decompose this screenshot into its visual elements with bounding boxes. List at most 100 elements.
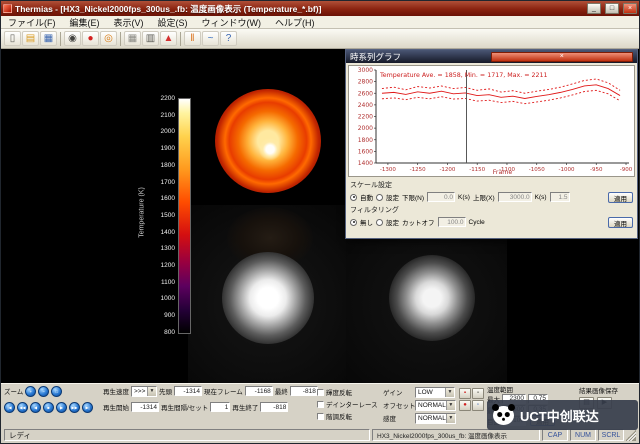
scale-min-label: 下限(N) xyxy=(402,192,424,202)
capture-button[interactable]: ● xyxy=(459,400,471,411)
scale-auto-radio[interactable] xyxy=(350,194,357,201)
graph-close-button[interactable]: × xyxy=(491,52,634,62)
scale-max-input[interactable] xyxy=(498,192,532,202)
svg-text:2400: 2400 xyxy=(358,102,373,109)
checkbox-2[interactable] xyxy=(317,413,324,420)
status-file: HX3_Nickel2000fps_300us_fb: 温度画像表示 xyxy=(372,429,540,441)
svg-text:1600: 1600 xyxy=(358,148,373,155)
svg-text:1800: 1800 xyxy=(358,137,373,144)
svg-text:-950: -950 xyxy=(590,167,603,173)
checkbox-row-2: 階調反転 xyxy=(317,410,378,422)
checkbox-0[interactable] xyxy=(317,389,324,396)
app-icon xyxy=(3,4,12,13)
graph-window-titlebar[interactable]: 時系列グラフ × xyxy=(346,50,637,63)
sensitivity-value: NORMAL xyxy=(418,415,446,422)
checkbox-1[interactable] xyxy=(317,401,324,408)
play-button[interactable]: ▶ xyxy=(56,402,67,413)
filter-none-radio[interactable] xyxy=(350,219,357,226)
fast-forward-button[interactable]: ▶▶ xyxy=(69,402,80,413)
record-icon[interactable]: ● xyxy=(82,31,99,46)
play-start-label: 再生開始 xyxy=(103,402,129,412)
play-interval-field[interactable] xyxy=(210,402,230,412)
scale-step-input[interactable] xyxy=(550,192,570,202)
current-frame-field[interactable] xyxy=(245,386,273,396)
speed-value: >>> xyxy=(134,388,145,395)
toolbar: ▯▤▦◉●◎▦▥▲‖~? xyxy=(1,29,639,49)
filter-cutoff-input[interactable] xyxy=(438,217,466,227)
menu-item-5[interactable]: ヘルプ(H) xyxy=(268,16,322,28)
measure-grid-icon[interactable]: ▦ xyxy=(124,31,141,46)
last-frame-field[interactable] xyxy=(290,386,318,396)
palette-gray-button[interactable]: ▪ xyxy=(472,388,484,399)
last-frame-button[interactable]: ▶| xyxy=(82,402,93,413)
fast-rewind-button[interactable]: ◀◀ xyxy=(17,402,28,413)
zoom-label: ズーム xyxy=(4,386,23,396)
filter-apply-button[interactable]: 適用 xyxy=(608,217,633,228)
chevron-down-icon: ▼ xyxy=(446,401,455,410)
colorbar-tick: 1100 xyxy=(161,279,175,286)
step-back-button[interactable]: ◀ xyxy=(30,402,41,413)
save-icon[interactable]: ▦ xyxy=(40,31,57,46)
colorbar-tick: 1200 xyxy=(161,262,175,269)
timeseries-chart: 140016001800200022002400260028003000-130… xyxy=(348,65,635,177)
live-view-icon[interactable]: ◎ xyxy=(100,31,117,46)
scale-manual-radio[interactable] xyxy=(376,194,383,201)
filter-settings-row: 無し 設定 カットオフ Cycle 適用 xyxy=(346,215,637,229)
overlay-button[interactable]: ▫ xyxy=(472,400,484,411)
scale-apply-button[interactable]: 適用 xyxy=(608,192,633,203)
checkbox-row-1: デインターレース xyxy=(317,398,378,410)
colorbar-tick: 900 xyxy=(164,312,175,319)
minimize-button[interactable]: _ xyxy=(587,3,601,14)
zoom-fit-button[interactable]: □ xyxy=(51,386,62,397)
stop-button[interactable]: ■ xyxy=(43,402,54,413)
sensitivity-dropdown[interactable]: NORMAL▼ xyxy=(415,413,456,424)
speed-dropdown[interactable]: >>>▼ xyxy=(131,386,157,397)
offset-value: NORMAL xyxy=(418,402,446,409)
colorbar-tick: 1600 xyxy=(161,195,175,202)
scale-min-input[interactable] xyxy=(427,192,455,202)
scale-min-unit: K(s) xyxy=(458,194,470,201)
profile-line-icon[interactable]: ~ xyxy=(202,31,219,46)
first-frame-field[interactable] xyxy=(174,386,202,396)
menu-item-4[interactable]: ウィンドウ(W) xyxy=(195,16,269,28)
zoom-playback-group: ズーム +−□ |◀◀◀◀■▶▶▶▶| xyxy=(4,385,93,413)
filter-manual-radio[interactable] xyxy=(376,219,383,226)
menu-item-0[interactable]: ファイル(F) xyxy=(1,16,63,28)
zoom-in-button[interactable]: + xyxy=(25,386,36,397)
help-icon[interactable]: ? xyxy=(220,31,237,46)
open-folder-icon[interactable]: ▤ xyxy=(22,31,39,46)
gain-dropdown[interactable]: LOW▼ xyxy=(415,387,455,398)
gain-value: LOW xyxy=(418,389,433,396)
menu-item-2[interactable]: 表示(V) xyxy=(107,16,151,28)
play-end-label: 再生終了 xyxy=(232,402,258,412)
resize-grip[interactable] xyxy=(626,429,636,441)
thermometer-icon[interactable]: ‖ xyxy=(184,31,201,46)
close-button[interactable]: × xyxy=(623,3,637,14)
temperature-colorbar xyxy=(178,98,191,334)
svg-text:2600: 2600 xyxy=(358,90,373,97)
sensitivity-label: 感度 xyxy=(383,413,413,423)
colorbar-tick: 2000 xyxy=(161,128,175,135)
zoom-out-button[interactable]: − xyxy=(38,386,49,397)
table-icon[interactable]: ▥ xyxy=(142,31,159,46)
camera-icon[interactable]: ◉ xyxy=(64,31,81,46)
palette-red-button[interactable]: ▪ xyxy=(459,388,471,399)
colorbar-tick: 2200 xyxy=(161,95,175,102)
checkbox-label-0: 輝度反転 xyxy=(326,387,352,397)
menu-item-1[interactable]: 編集(E) xyxy=(63,16,107,28)
chevron-down-icon: ▼ xyxy=(147,387,156,396)
play-end-field[interactable] xyxy=(260,402,288,412)
gain-group: ゲイン LOW▼ オフセット NORMAL▼ 感度 NORMAL▼ xyxy=(383,386,456,424)
filter-settings-label: フィルタリング xyxy=(346,204,637,215)
gain-label: ゲイン xyxy=(383,387,413,397)
maximize-button[interactable]: □ xyxy=(605,3,619,14)
speed-label: 再生速度 xyxy=(103,386,129,396)
first-frame-button[interactable]: |◀ xyxy=(4,402,15,413)
menu-item-3[interactable]: 設定(S) xyxy=(151,16,195,28)
offset-dropdown[interactable]: NORMAL▼ xyxy=(415,400,456,411)
svg-text:2000: 2000 xyxy=(358,125,373,132)
new-file-icon[interactable]: ▯ xyxy=(4,31,21,46)
svg-text:1400: 1400 xyxy=(358,160,373,167)
play-start-field[interactable] xyxy=(131,402,159,412)
histogram-icon[interactable]: ▲ xyxy=(160,31,177,46)
